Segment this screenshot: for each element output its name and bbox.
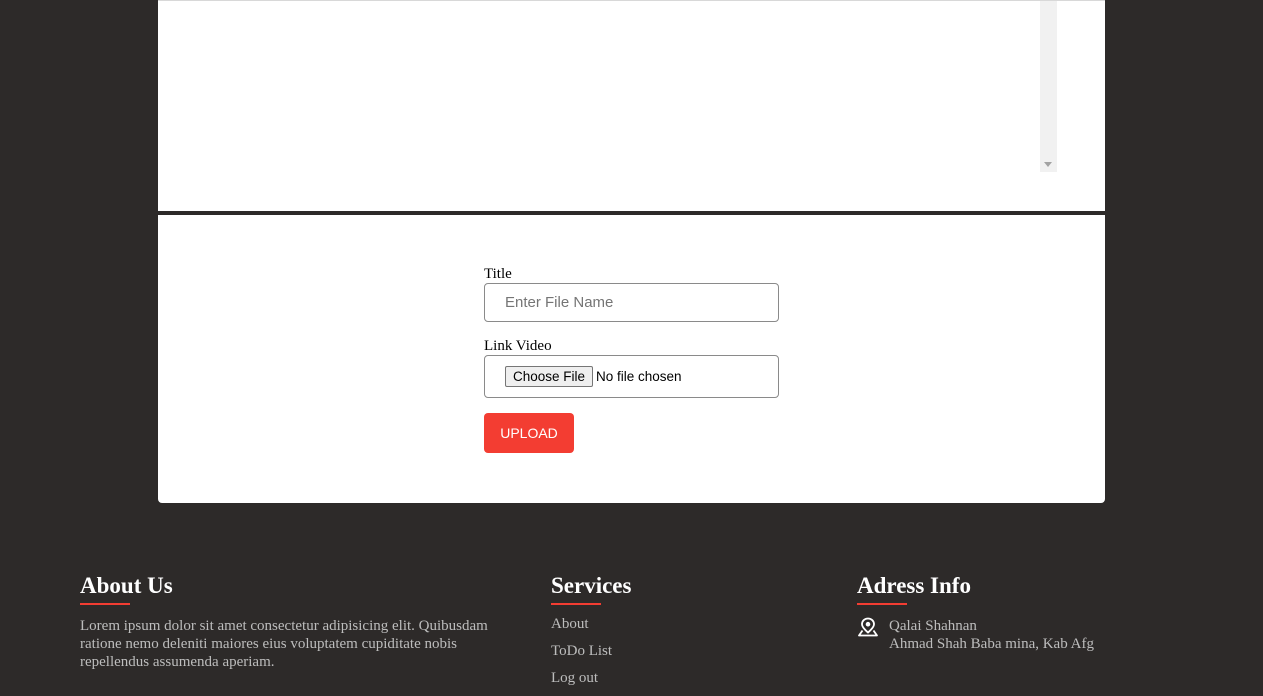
upload-button[interactable]: UPLOAD <box>484 413 574 453</box>
about-text: Lorem ipsum dolor sit amet consectetur a… <box>80 618 488 670</box>
scroll-down-arrow-icon[interactable] <box>1044 162 1052 167</box>
content-panel <box>158 0 1105 211</box>
list-item: Log out <box>551 669 751 687</box>
list-item: ToDo List <box>551 642 751 660</box>
title-input[interactable] <box>484 283 779 322</box>
address-line2: Ahmad Shah Baba mina, Kab Afg <box>889 636 1094 652</box>
heading-underline <box>857 603 907 605</box>
services-heading: Services <box>551 573 632 598</box>
todo-list-link[interactable]: ToDo List <box>551 643 612 659</box>
heading-underline <box>80 603 130 605</box>
services-list: About ToDo List Log out <box>551 615 751 687</box>
address-row: Qalai Shahnan Ahmad Shah Baba mina, Kab … <box>857 617 1097 653</box>
about-heading: About Us <box>80 573 173 598</box>
about-link[interactable]: About <box>551 616 589 632</box>
title-label: Title <box>484 266 512 282</box>
address-heading: Adress Info <box>857 573 971 598</box>
video-file-input[interactable]: Choose File No file chosen <box>484 355 779 398</box>
choose-file-button[interactable]: Choose File <box>505 366 594 387</box>
list-item: About <box>551 615 751 633</box>
upload-form: Title Link Video Choose File No file cho… <box>158 215 1105 503</box>
logout-link[interactable]: Log out <box>551 670 598 686</box>
address-text: Qalai Shahnan Ahmad Shah Baba mina, Kab … <box>889 617 1094 653</box>
file-status-text: No file chosen <box>596 369 682 384</box>
footer-address: Adress Info Qalai Shahnan Ahmad Shah Bab… <box>857 572 1097 653</box>
scrollbar[interactable] <box>1040 1 1057 172</box>
footer-services: Services About ToDo List Log out <box>551 572 751 696</box>
video-label: Link Video <box>484 338 552 354</box>
location-pin-icon <box>858 617 878 637</box>
address-line1: Qalai Shahnan <box>889 618 977 634</box>
heading-underline <box>551 603 601 605</box>
footer-about: About Us Lorem ipsum dolor sit amet cons… <box>80 572 525 671</box>
